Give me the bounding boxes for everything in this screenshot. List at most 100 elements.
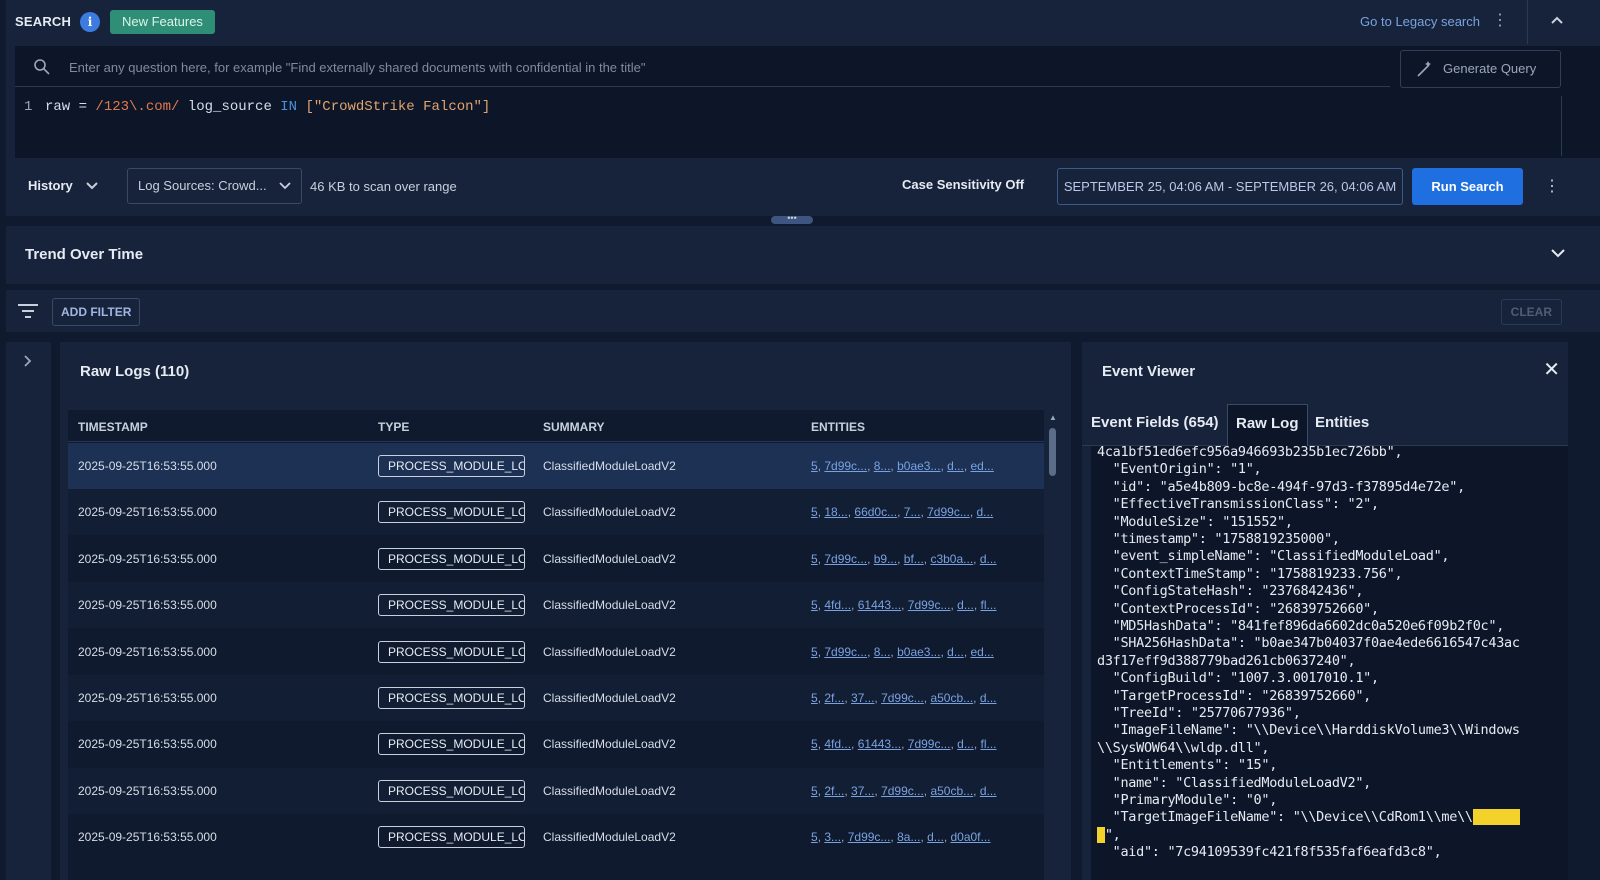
- table-row[interactable]: 2025-09-25T16:53:55.000 PROCESS_MODULE_LO…: [68, 767, 1052, 814]
- entity-link[interactable]: 8a...: [897, 830, 920, 844]
- legacy-search-link[interactable]: Go to Legacy search: [1360, 14, 1480, 29]
- entity-link[interactable]: 4fd...: [824, 598, 851, 612]
- scrollbar-thumb[interactable]: [1049, 428, 1056, 476]
- entity-link[interactable]: 66d0c...: [854, 505, 897, 519]
- entity-link[interactable]: b0ae3...: [897, 459, 940, 473]
- entity-link[interactable]: b9...: [874, 552, 897, 566]
- entity-link[interactable]: 61443...: [858, 598, 901, 612]
- entity-link[interactable]: d...: [957, 737, 974, 751]
- entity-link[interactable]: 7d99c...: [908, 598, 951, 612]
- entity-link[interactable]: fl...: [981, 737, 997, 751]
- entity-link[interactable]: fl...: [981, 598, 997, 612]
- column-header-summary[interactable]: SUMMARY: [543, 420, 605, 434]
- date-range-picker[interactable]: SEPTEMBER 25, 04:06 AM - SEPTEMBER 26, 0…: [1057, 168, 1403, 205]
- entity-link[interactable]: 7d99c...: [824, 645, 867, 659]
- filter-icon[interactable]: [17, 303, 39, 322]
- entity-link[interactable]: a50cb...: [930, 784, 973, 798]
- table-row[interactable]: 2025-09-25T16:53:55.000 PROCESS_MODULE_LO…: [68, 489, 1052, 536]
- entity-link[interactable]: d...: [980, 552, 997, 566]
- entity-link[interactable]: 5: [811, 598, 818, 612]
- chevron-up-icon[interactable]: [1550, 12, 1564, 28]
- log-sources-select[interactable]: Log Sources: Crowd...: [127, 168, 302, 204]
- entity-link[interactable]: d...: [947, 645, 964, 659]
- entity-link[interactable]: d...: [977, 505, 994, 519]
- close-icon[interactable]: ✕: [1543, 360, 1560, 380]
- column-header-entities[interactable]: ENTITIES: [811, 420, 865, 434]
- entity-link[interactable]: 5: [811, 830, 818, 844]
- entity-link[interactable]: ed...: [971, 459, 994, 473]
- entity-link[interactable]: 7d99c...: [824, 552, 867, 566]
- entity-link[interactable]: d...: [947, 459, 964, 473]
- query-code[interactable]: raw = /123\.com/ log_source IN ["CrowdSt…: [45, 99, 490, 115]
- case-sensitivity-toggle[interactable]: Case Sensitivity Off: [902, 177, 1024, 192]
- run-search-button[interactable]: Run Search: [1412, 168, 1523, 205]
- chevron-down-icon[interactable]: [1550, 246, 1566, 261]
- entity-link[interactable]: 7d99c...: [881, 691, 924, 705]
- entity-link[interactable]: b0ae3...: [897, 645, 940, 659]
- type-badge: PROCESS_MODULE_LOAD: [378, 594, 525, 617]
- entity-link[interactable]: d0a0f...: [950, 830, 990, 844]
- clear-button[interactable]: CLEAR: [1500, 299, 1562, 325]
- entity-link[interactable]: 7d99c...: [881, 784, 924, 798]
- scroll-up-icon[interactable]: ▲: [1049, 413, 1057, 422]
- trend-panel[interactable]: Trend Over Time: [6, 226, 1600, 284]
- add-filter-button[interactable]: ADD FILTER: [52, 298, 141, 326]
- tab-event-fields[interactable]: Event Fields (654): [1091, 414, 1219, 431]
- resize-handle[interactable]: •••: [771, 214, 813, 224]
- entity-link[interactable]: 61443...: [858, 737, 901, 751]
- kebab-icon[interactable]: ⋮: [1544, 176, 1560, 196]
- table-row[interactable]: 2025-09-25T16:53:55.000 PROCESS_MODULE_LO…: [68, 443, 1052, 489]
- entity-link[interactable]: 5: [811, 784, 818, 798]
- entity-link[interactable]: 7d99c...: [824, 459, 867, 473]
- column-header-type[interactable]: TYPE: [378, 420, 409, 434]
- new-features-badge[interactable]: New Features: [110, 10, 215, 34]
- entity-link[interactable]: d...: [957, 598, 974, 612]
- entity-link[interactable]: 37...: [851, 784, 874, 798]
- entity-link[interactable]: 7d99c...: [908, 737, 951, 751]
- raw-log-text: "MD5HashData": "841fef896da6602dc0a520e6…: [1097, 618, 1505, 634]
- entity-link[interactable]: 8...: [874, 459, 891, 473]
- entity-link[interactable]: 2f...: [824, 784, 844, 798]
- entity-link[interactable]: ed...: [971, 645, 994, 659]
- entity-link[interactable]: 5: [811, 737, 818, 751]
- tab-raw-log[interactable]: Raw Log: [1227, 404, 1308, 447]
- scrollbar[interactable]: ▲: [1044, 410, 1062, 880]
- entity-link[interactable]: 7...: [904, 505, 921, 519]
- tab-entities[interactable]: Entities: [1315, 414, 1369, 431]
- info-icon[interactable]: i: [80, 12, 100, 32]
- chevron-right-icon[interactable]: [23, 354, 32, 371]
- entity-link[interactable]: d...: [980, 691, 997, 705]
- history-dropdown[interactable]: History: [28, 178, 99, 193]
- question-input[interactable]: Enter any question here, for example "Fi…: [69, 60, 646, 75]
- entity-link[interactable]: 37...: [851, 691, 874, 705]
- table-row[interactable]: 2025-09-25T16:53:55.000 PROCESS_MODULE_LO…: [68, 814, 1052, 860]
- entity-link[interactable]: 18...: [824, 505, 847, 519]
- entity-link[interactable]: c3b0a...: [930, 552, 973, 566]
- entity-link[interactable]: 7d99c...: [848, 830, 891, 844]
- query-editor[interactable]: Enter any question here, for example "Fi…: [15, 46, 1600, 158]
- entity-link[interactable]: 5: [811, 505, 818, 519]
- column-header-timestamp[interactable]: TIMESTAMP: [78, 420, 148, 434]
- entity-link[interactable]: bf...: [904, 552, 924, 566]
- table-row[interactable]: 2025-09-25T16:53:55.000 PROCESS_MODULE_LO…: [68, 721, 1052, 767]
- entity-link[interactable]: d...: [980, 784, 997, 798]
- entity-link[interactable]: 5: [811, 645, 818, 659]
- generate-query-button[interactable]: Generate Query: [1400, 50, 1561, 88]
- entity-link[interactable]: 4fd...: [824, 737, 851, 751]
- entity-link[interactable]: d...: [927, 830, 944, 844]
- raw-log-viewer[interactable]: 4ca1bf51ed6efc956a946693b235b1ec726bb", …: [1091, 446, 1568, 880]
- table-row[interactable]: 2025-09-25T16:53:55.000 PROCESS_MODULE_LO…: [68, 629, 1052, 675]
- entity-link[interactable]: 3...: [824, 830, 841, 844]
- entity-link[interactable]: 2f...: [824, 691, 844, 705]
- entity-link[interactable]: 5: [811, 691, 818, 705]
- entity-link[interactable]: 5: [811, 459, 818, 473]
- entity-link[interactable]: 7d99c...: [927, 505, 970, 519]
- entity-link[interactable]: 8...: [874, 645, 891, 659]
- entity-link[interactable]: a50cb...: [930, 691, 973, 705]
- kebab-icon[interactable]: ⋮: [1492, 13, 1508, 29]
- raw-log-text: "timestamp": "1758819235000",: [1097, 531, 1340, 547]
- entity-link[interactable]: 5: [811, 552, 818, 566]
- table-row[interactable]: 2025-09-25T16:53:55.000 PROCESS_MODULE_LO…: [68, 675, 1052, 721]
- table-row[interactable]: 2025-09-25T16:53:55.000 PROCESS_MODULE_LO…: [68, 536, 1052, 582]
- table-row[interactable]: 2025-09-25T16:53:55.000 PROCESS_MODULE_LO…: [68, 582, 1052, 629]
